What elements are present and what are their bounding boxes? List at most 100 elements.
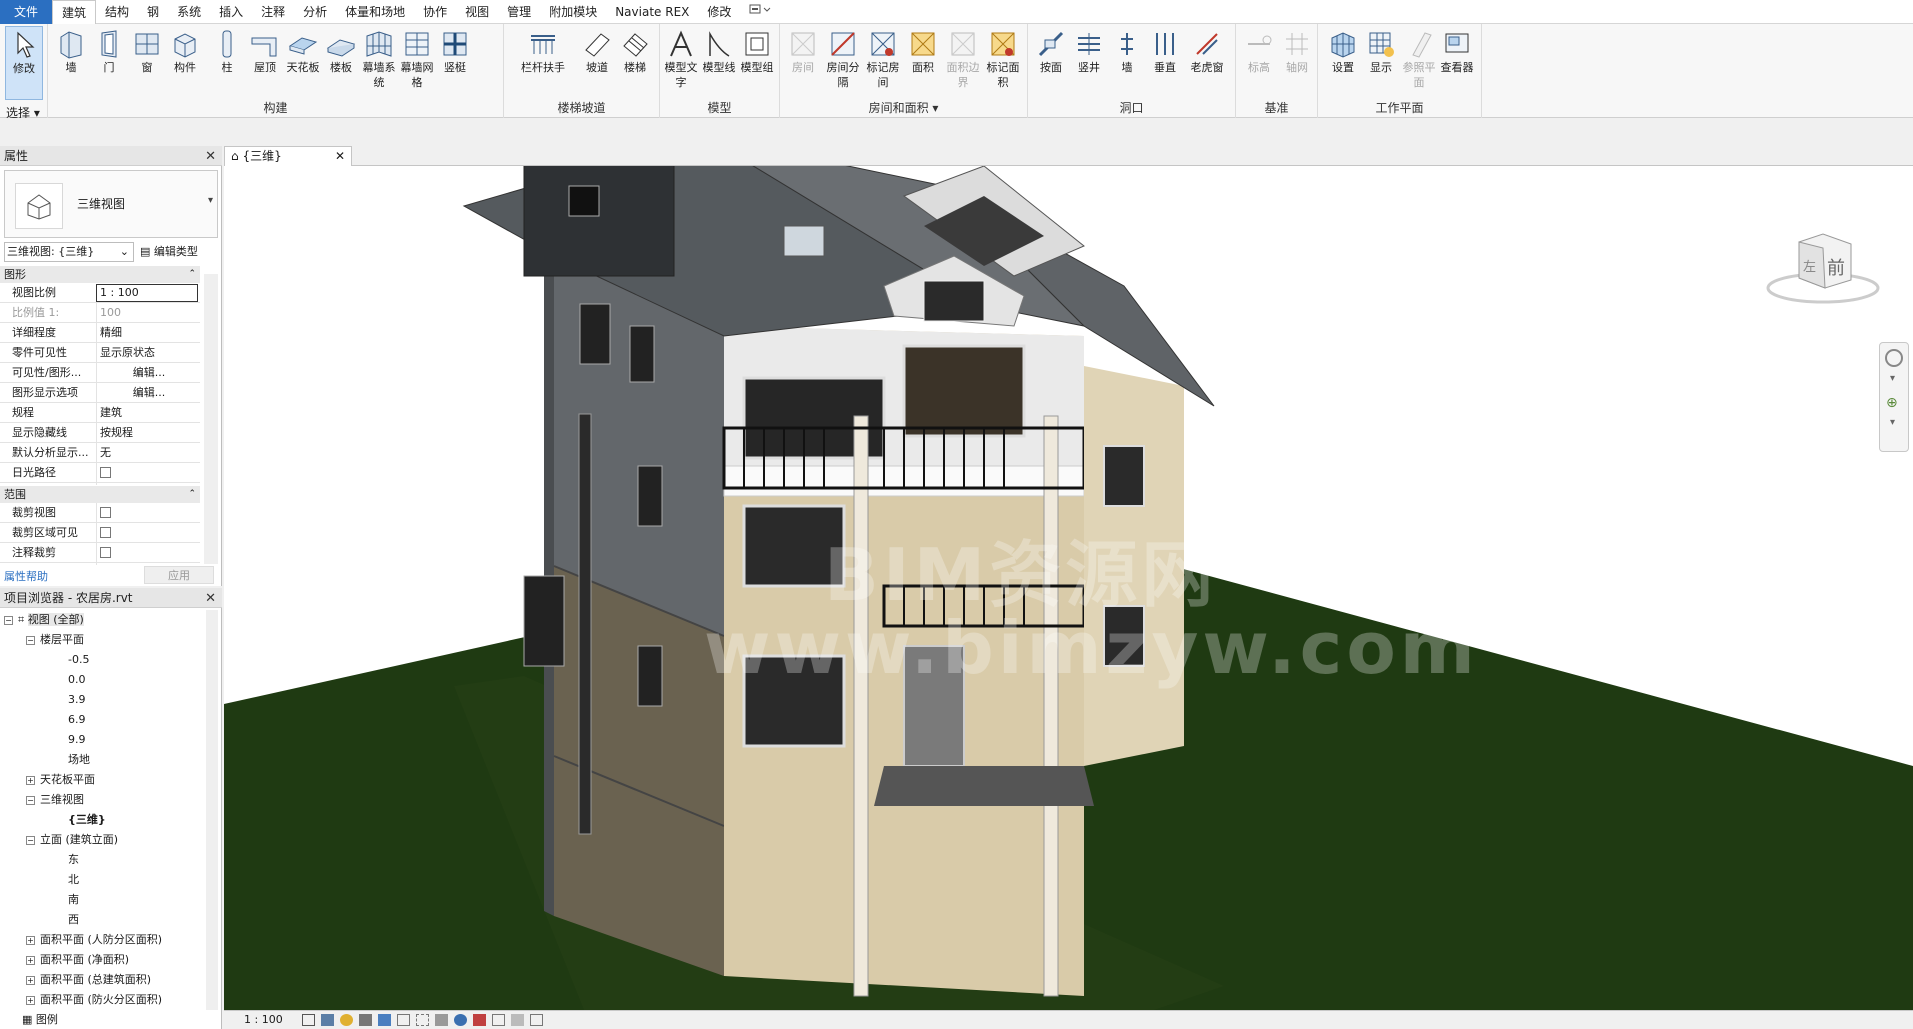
prop-row-discipline[interactable]: 规程 建筑 [0,403,200,423]
tree-3d-views[interactable]: − 三维视图 [26,790,84,810]
menu-tab-systems[interactable]: 系统 [168,0,210,24]
tree-3d-view-item[interactable]: {三维} [68,810,106,830]
viewer-button[interactable]: 查看器 [1438,26,1476,100]
collapse-icon[interactable]: − [4,615,13,625]
tree-elevation-item[interactable]: 南 [68,890,79,910]
crop-view-checkbox[interactable] [100,507,111,518]
crop-visible-checkbox[interactable] [100,527,111,538]
prop-row-sun-path[interactable]: 日光路径 [0,463,200,485]
prop-row-crop-visible[interactable]: 裁剪区域可见 [0,523,200,545]
apply-button[interactable]: 应用 [144,566,214,584]
prop-row-graphic-display[interactable]: 图形显示选项 编辑... [0,383,200,403]
view-cube[interactable]: 前 左 [1763,226,1883,316]
highlight-displacement-icon[interactable] [511,1014,524,1026]
section-graphics[interactable]: 图形 ⌃ [0,266,200,283]
expand-icon[interactable]: + [26,975,35,985]
ribbon-toggle-icon[interactable] [740,0,780,24]
tree-level-item[interactable]: 场地 [68,750,90,770]
tree-area-plan[interactable]: + 面积平面 (总建筑面积) [26,970,151,990]
tree-area-plan[interactable]: + 面积平面 (防火分区面积) [26,990,162,1010]
window-button[interactable]: 窗 [128,26,166,100]
crop-view-icon[interactable] [397,1014,410,1026]
prop-value[interactable]: 按规程 [96,423,198,443]
level-button[interactable]: 标高 [1240,26,1278,100]
prop-row-annotation-crop[interactable]: 注释裁剪 [0,543,200,565]
type-selector[interactable]: 三维视图 ▾ [4,170,218,238]
set-workplane-button[interactable]: 设置 [1324,26,1362,100]
prop-value[interactable]: 无 [96,443,198,463]
ceiling-button[interactable]: 天花板 [284,26,322,100]
show-crop-icon[interactable] [416,1014,429,1026]
room-area-group-label[interactable]: 房间和面积 ▾ [780,100,1027,116]
prop-value[interactable]: 显示原状态 [96,343,198,363]
model-text-button[interactable]: 模型文字 [662,26,700,100]
3d-viewport[interactable]: BIM资源网 www.bimzyw.com 前 左 ▾ ⊕ ▾ [224,166,1913,1010]
collapse-icon[interactable]: − [26,835,35,845]
room-button[interactable]: 房间 [784,26,822,100]
edit-type-button[interactable]: ▤ 编辑类型 [140,242,198,262]
view-tab-3d[interactable]: ⌂ {三维} ✕ [224,146,352,166]
expand-icon[interactable]: + [26,995,35,1005]
ramp-button[interactable]: 坡道 [578,26,616,100]
shadows-icon[interactable] [359,1014,372,1026]
tree-level-item[interactable]: 3.9 [68,690,86,710]
area-boundary-button[interactable]: 面积边界 [944,26,982,100]
chevron-down-icon[interactable]: ▾ [1890,417,1895,428]
detail-level-icon[interactable] [302,1014,315,1026]
tree-area-plan[interactable]: + 面积平面 (净面积) [26,950,129,970]
menu-tab-insert[interactable]: 插入 [210,0,252,24]
tree-level-item[interactable]: -0.5 [68,650,89,670]
prop-value[interactable]: 精细 [96,323,198,343]
menu-tab-analyze[interactable]: 分析 [294,0,336,24]
properties-help-link[interactable]: 属性帮助 [4,568,48,584]
close-icon[interactable]: ✕ [205,589,216,609]
view-scale-control[interactable]: 1 : 100 [244,1011,283,1029]
temporary-hide-icon[interactable] [454,1014,467,1026]
tree-level-item[interactable]: 0.0 [68,670,86,690]
tag-area-button[interactable]: 标记面积 [984,26,1022,100]
menu-tab-manage[interactable]: 管理 [498,0,540,24]
expand-icon[interactable]: + [26,955,35,965]
visual-style-icon[interactable] [321,1014,334,1026]
menu-tab-addins[interactable]: 附加模块 [540,0,606,24]
tree-views-all[interactable]: − ⌗ 视图 (全部) [4,610,84,630]
prop-row-view-scale[interactable]: 视图比例 1 : 100 [0,283,200,303]
render-icon[interactable] [378,1014,391,1026]
zoom-icon[interactable]: ⊕ [1886,395,1898,411]
dormer-button[interactable]: 老虎窗 [1184,26,1230,100]
tree-elevation-item[interactable]: 北 [68,870,79,890]
menu-tab-steel[interactable]: 钢 [138,0,168,24]
menu-tab-structure[interactable]: 结构 [96,0,138,24]
tag-room-button[interactable]: 标记房间 [864,26,902,100]
show-workplane-button[interactable]: 显示 [1362,26,1400,100]
menu-tab-view[interactable]: 视图 [456,0,498,24]
prop-row-detail-level[interactable]: 详细程度 精细 [0,323,200,343]
railing-button[interactable]: 栏杆扶手 [518,26,568,100]
model-group-button[interactable]: 模型组 [738,26,776,100]
steering-wheel-icon[interactable] [1885,349,1903,367]
model-line-button[interactable]: 模型线 [700,26,738,100]
by-face-button[interactable]: 按面 [1032,26,1070,100]
menu-tab-modify[interactable]: 修改 [698,0,740,24]
lock-view-icon[interactable] [435,1014,448,1026]
collapse-icon[interactable]: − [26,635,35,645]
reference-plane-button[interactable]: 参照平面 [1400,26,1438,100]
tree-area-plan[interactable]: + 面积平面 (人防分区面积) [26,930,162,950]
close-icon[interactable]: ✕ [335,147,345,166]
menu-tab-collaborate[interactable]: 协作 [414,0,456,24]
expand-icon[interactable]: + [26,935,35,945]
door-button[interactable]: 门 [90,26,128,100]
collapse-icon[interactable]: − [26,795,35,805]
column-button[interactable]: 柱 [208,26,246,100]
wall-button[interactable]: 墙 [52,26,90,100]
prop-row-hidden-lines[interactable]: 显示隐藏线 按规程 [0,423,200,443]
edit-visibility-button[interactable]: 编辑... [96,363,198,383]
edit-graphic-display-button[interactable]: 编辑... [96,383,198,403]
tree-elevation-item[interactable]: 东 [68,850,79,870]
vertical-opening-button[interactable]: 垂直 [1146,26,1184,100]
prop-value[interactable]: 建筑 [96,403,198,423]
menu-tab-massing[interactable]: 体量和场地 [336,0,414,24]
prop-row-analysis-display[interactable]: 默认分析显示... 无 [0,443,200,463]
reveal-hidden-icon[interactable] [473,1014,486,1026]
curtain-grid-button[interactable]: 幕墙网格 [398,26,436,100]
